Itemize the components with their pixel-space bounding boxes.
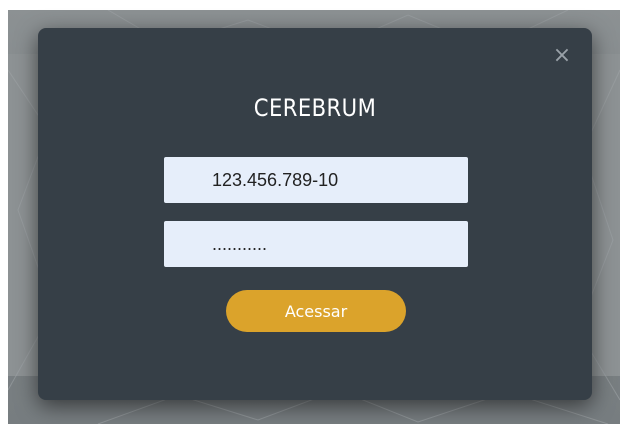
password-input[interactable] bbox=[164, 221, 468, 267]
login-modal: × CEREBRUM Acessar bbox=[38, 28, 592, 400]
cpf-input[interactable] bbox=[164, 157, 468, 203]
submit-button[interactable]: Acessar bbox=[226, 290, 406, 332]
app-title: CEREBRUM bbox=[253, 94, 377, 122]
close-icon[interactable]: × bbox=[552, 45, 572, 67]
